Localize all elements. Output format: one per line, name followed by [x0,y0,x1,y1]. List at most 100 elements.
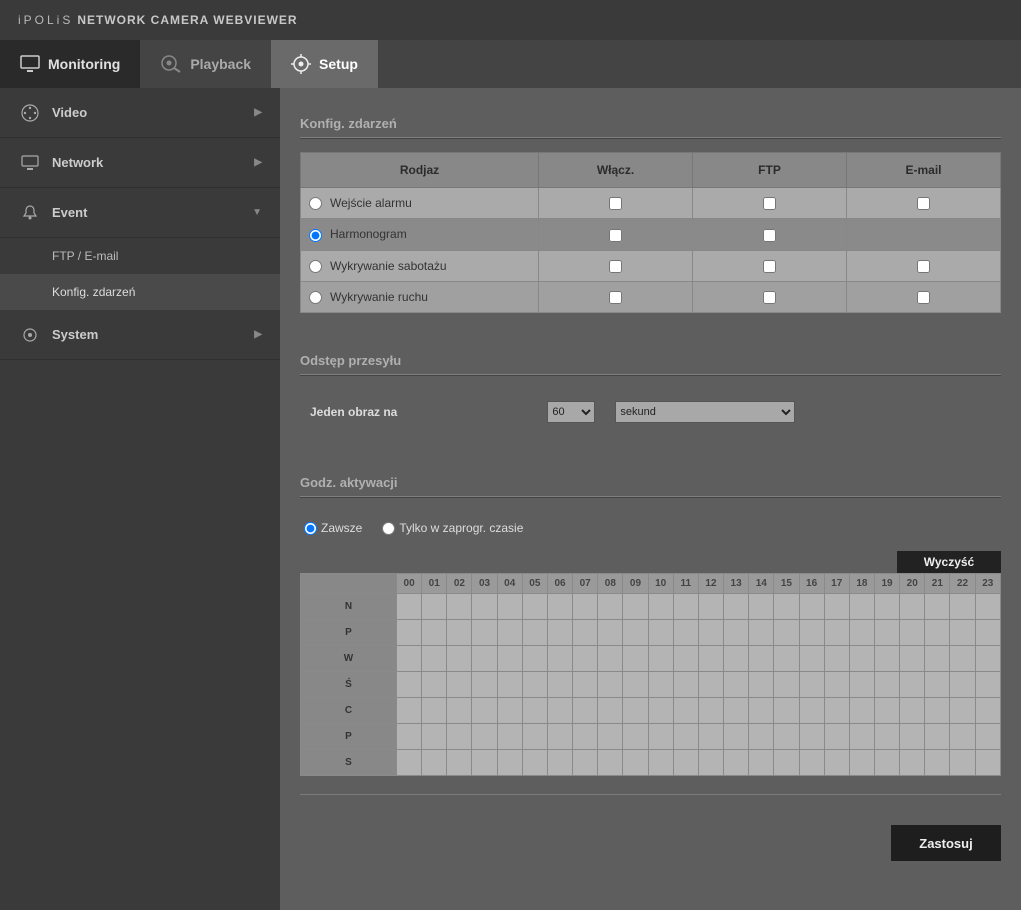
schedule-cell[interactable] [774,750,799,776]
schedule-cell[interactable] [799,750,824,776]
schedule-cell[interactable] [472,750,497,776]
schedule-cell[interactable] [698,620,723,646]
schedule-cell[interactable] [925,698,950,724]
schedule-cell[interactable] [673,620,698,646]
schedule-cell[interactable] [774,594,799,620]
schedule-cell[interactable] [724,750,749,776]
schedule-cell[interactable] [447,724,472,750]
schedule-cell[interactable] [447,672,472,698]
schedule-cell[interactable] [522,698,547,724]
schedule-cell[interactable] [648,724,673,750]
schedule-cell[interactable] [724,724,749,750]
schedule-cell[interactable] [950,698,975,724]
schedule-cell[interactable] [623,620,648,646]
schedule-cell[interactable] [950,646,975,672]
schedule-cell[interactable] [950,750,975,776]
schedule-cell[interactable] [497,698,522,724]
schedule-cell[interactable] [472,698,497,724]
schedule-cell[interactable] [774,620,799,646]
schedule-cell[interactable] [673,646,698,672]
sidebar-item-network[interactable]: Network ▶ [0,138,280,188]
schedule-cell[interactable] [874,620,899,646]
schedule-cell[interactable] [824,750,849,776]
schedule-cell[interactable] [950,594,975,620]
schedule-cell[interactable] [925,620,950,646]
nav-setup[interactable]: Setup [271,40,378,88]
email-checkbox[interactable] [917,260,930,273]
schedule-cell[interactable] [724,646,749,672]
schedule-cell[interactable] [447,750,472,776]
schedule-cell[interactable] [422,672,447,698]
schedule-cell[interactable] [598,724,623,750]
schedule-cell[interactable] [623,724,648,750]
schedule-cell[interactable] [547,594,572,620]
ftp-checkbox[interactable] [763,197,776,210]
schedule-cell[interactable] [598,594,623,620]
schedule-cell[interactable] [698,594,723,620]
schedule-cell[interactable] [749,620,774,646]
enable-checkbox[interactable] [609,291,622,304]
schedule-cell[interactable] [497,672,522,698]
schedule-cell[interactable] [497,724,522,750]
schedule-cell[interactable] [447,620,472,646]
schedule-cell[interactable] [698,750,723,776]
activation-always[interactable]: Zawsze [304,521,362,535]
schedule-cell[interactable] [724,698,749,724]
schedule-cell[interactable] [648,646,673,672]
schedule-cell[interactable] [900,698,925,724]
schedule-cell[interactable] [547,724,572,750]
schedule-cell[interactable] [849,750,874,776]
schedule-cell[interactable] [522,646,547,672]
schedule-cell[interactable] [623,594,648,620]
sidebar-item-system[interactable]: System ▶ [0,310,280,360]
activation-scheduled-radio[interactable] [382,522,395,535]
schedule-cell[interactable] [824,698,849,724]
schedule-cell[interactable] [573,698,598,724]
activation-scheduled[interactable]: Tylko w zaprogr. czasie [382,521,523,535]
row-radio[interactable] [309,229,322,242]
schedule-cell[interactable] [698,724,723,750]
schedule-cell[interactable] [925,594,950,620]
schedule-cell[interactable] [397,646,422,672]
schedule-cell[interactable] [900,672,925,698]
schedule-cell[interactable] [698,698,723,724]
schedule-cell[interactable] [874,698,899,724]
schedule-cell[interactable] [799,646,824,672]
schedule-cell[interactable] [422,620,447,646]
schedule-cell[interactable] [422,698,447,724]
nav-monitoring[interactable]: Monitoring [0,40,140,88]
schedule-cell[interactable] [749,594,774,620]
schedule-cell[interactable] [874,724,899,750]
row-radio[interactable] [309,291,322,304]
schedule-cell[interactable] [925,672,950,698]
schedule-cell[interactable] [975,698,1000,724]
schedule-cell[interactable] [925,646,950,672]
schedule-cell[interactable] [648,750,673,776]
schedule-cell[interactable] [522,672,547,698]
schedule-cell[interactable] [573,724,598,750]
schedule-cell[interactable] [874,646,899,672]
schedule-cell[interactable] [774,672,799,698]
ftp-checkbox[interactable] [763,229,776,242]
schedule-cell[interactable] [673,750,698,776]
schedule-cell[interactable] [975,620,1000,646]
schedule-cell[interactable] [799,594,824,620]
schedule-cell[interactable] [874,594,899,620]
schedule-cell[interactable] [472,646,497,672]
schedule-cell[interactable] [522,724,547,750]
schedule-cell[interactable] [648,698,673,724]
schedule-cell[interactable] [749,724,774,750]
schedule-cell[interactable] [598,750,623,776]
sidebar-sub-ftp-email[interactable]: FTP / E-mail [0,238,280,274]
schedule-cell[interactable] [447,594,472,620]
sidebar-item-event[interactable]: Event ▼ [0,188,280,238]
schedule-cell[interactable] [874,672,899,698]
schedule-cell[interactable] [422,594,447,620]
schedule-cell[interactable] [497,594,522,620]
clear-button[interactable]: Wyczyść [897,551,1001,573]
schedule-cell[interactable] [749,646,774,672]
schedule-cell[interactable] [824,646,849,672]
schedule-cell[interactable] [497,620,522,646]
schedule-cell[interactable] [648,672,673,698]
apply-button[interactable]: Zastosuj [891,825,1001,861]
